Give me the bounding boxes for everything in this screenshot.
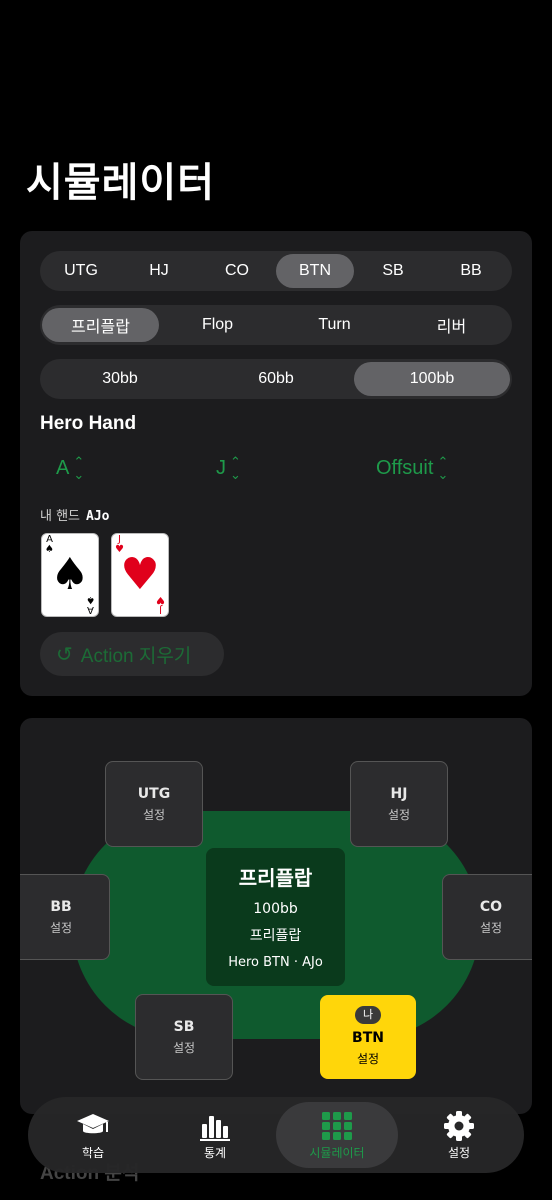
card-rank: J xyxy=(159,604,162,615)
street-option-turn[interactable]: Turn xyxy=(276,308,393,342)
tab-label: 통계 xyxy=(203,1145,227,1160)
undo-icon: ↺ xyxy=(56,643,73,666)
seat-name: SB xyxy=(173,1019,195,1035)
tab-simulator[interactable]: 시뮬레이터 xyxy=(276,1102,398,1168)
graduation-cap-icon xyxy=(77,1113,109,1133)
seat-setting: 설정 xyxy=(142,808,166,822)
street-option-preflop[interactable]: 프리플랍 xyxy=(42,308,159,342)
heart-icon: ♥ xyxy=(120,549,160,600)
tab-label: 설정 xyxy=(447,1145,471,1160)
spade-icon: ♠ xyxy=(86,594,95,605)
bottom-tab-bar: 학습 통계 시뮬레이터 설정 xyxy=(28,1097,524,1173)
spade-icon: ♠ xyxy=(50,549,90,600)
center-street: 프리플랍 xyxy=(249,928,302,944)
position-segmented-control: UTG HJ CO BTN SB BB xyxy=(40,251,512,291)
center-street-title: 프리플랍 xyxy=(238,866,313,890)
chevron-up-down-icon: ⌃ ⌄ xyxy=(73,454,85,482)
card-rank: A xyxy=(87,604,94,615)
street-segmented-control: 프리플랍 Flop Turn 리버 xyxy=(40,305,512,345)
tab-label: 시뮬레이터 xyxy=(309,1145,365,1160)
seat-utg[interactable]: UTG 설정 xyxy=(105,761,203,847)
card-corner-bottom: J ♥ xyxy=(156,594,165,615)
rank1-value: A xyxy=(56,456,70,479)
position-option-bb[interactable]: BB xyxy=(432,254,510,288)
tab-stats[interactable]: 통계 xyxy=(154,1102,276,1168)
stack-segmented-control: 30bb 60bb 100bb xyxy=(40,359,512,399)
position-option-co[interactable]: CO xyxy=(198,254,276,288)
gear-icon xyxy=(444,1110,474,1141)
hero-hand-pickers: A ⌃ ⌄ J ⌃ ⌄ Offsuit ⌃ ⌄ xyxy=(40,455,512,485)
poker-table-card: 프리플랍 100bb 프리플랍 Hero BTN · AJo UTG 설정 HJ… xyxy=(20,718,532,1114)
seat-hj[interactable]: HJ 설정 xyxy=(350,761,448,847)
my-hand-label: 내 핸드 xyxy=(40,509,81,524)
position-option-utg[interactable]: UTG xyxy=(42,254,120,288)
my-hand-row: 내 핸드 AJo xyxy=(40,505,110,524)
playing-card-ace-spades: A ♠ ♠ A ♠ xyxy=(41,533,99,617)
seat-setting: 설정 xyxy=(479,921,503,935)
street-option-flop[interactable]: Flop xyxy=(159,308,276,342)
clear-action-label: Action 지우기 xyxy=(80,645,192,667)
my-hand-value: AJo xyxy=(86,509,110,524)
chevron-up-down-icon: ⌃ ⌄ xyxy=(230,454,241,482)
stack-option-60bb[interactable]: 60bb xyxy=(198,362,354,396)
hero-badge: 나 xyxy=(355,1006,381,1024)
seat-name: UTG xyxy=(137,786,171,802)
rank1-picker[interactable]: A ⌃ ⌄ xyxy=(56,455,84,481)
position-option-hj[interactable]: HJ xyxy=(120,254,198,288)
suitedness-value: Offsuit xyxy=(376,456,434,479)
table-center-info: 프리플랍 100bb 프리플랍 Hero BTN · AJo xyxy=(206,848,345,986)
heart-icon: ♥ xyxy=(156,594,165,605)
grid-icon xyxy=(322,1111,352,1140)
seat-name: BTN xyxy=(352,1030,384,1046)
position-option-sb[interactable]: SB xyxy=(354,254,432,288)
seat-setting: 설정 xyxy=(387,808,411,822)
rank2-value: J xyxy=(216,456,226,479)
seat-name: HJ xyxy=(390,786,408,802)
position-option-btn[interactable]: BTN xyxy=(276,254,354,288)
stack-option-100bb[interactable]: 100bb xyxy=(354,362,510,396)
hero-hand-title: Hero Hand xyxy=(40,413,137,434)
seat-bb[interactable]: BB 설정 xyxy=(20,874,110,960)
tab-settings[interactable]: 설정 xyxy=(398,1102,520,1168)
center-stack: 100bb xyxy=(253,901,298,917)
seat-setting: 설정 xyxy=(356,1052,380,1066)
street-option-river[interactable]: 리버 xyxy=(393,308,510,342)
chevron-up-down-icon: ⌃ ⌄ xyxy=(437,454,449,482)
seat-name: CO xyxy=(479,899,503,915)
seat-btn-hero[interactable]: 나 BTN 설정 xyxy=(320,995,416,1079)
bar-chart-icon xyxy=(200,1115,230,1141)
seat-setting: 설정 xyxy=(49,921,73,935)
playing-card-jack-hearts: J ♥ ♥ J ♥ xyxy=(111,533,169,617)
stack-option-30bb[interactable]: 30bb xyxy=(42,362,198,396)
card-corner-bottom: A ♠ xyxy=(86,594,95,615)
suitedness-picker[interactable]: Offsuit ⌃ ⌄ xyxy=(376,455,448,481)
center-hero-line: Hero BTN · AJo xyxy=(228,955,323,970)
tab-learn[interactable]: 학습 xyxy=(32,1102,154,1168)
seat-setting: 설정 xyxy=(172,1041,196,1055)
seat-sb[interactable]: SB 설정 xyxy=(135,994,233,1080)
seat-co[interactable]: CO 설정 xyxy=(442,874,532,960)
settings-card: UTG HJ CO BTN SB BB 프리플랍 Flop Turn 리버 30… xyxy=(20,231,532,696)
rank2-picker[interactable]: J ⌃ ⌄ xyxy=(216,455,241,481)
clear-action-button[interactable]: ↺ Action 지우기 xyxy=(40,632,224,676)
seat-name: BB xyxy=(50,899,72,915)
tab-label: 학습 xyxy=(81,1145,105,1160)
page-title: 시뮬레이터 xyxy=(26,160,215,206)
